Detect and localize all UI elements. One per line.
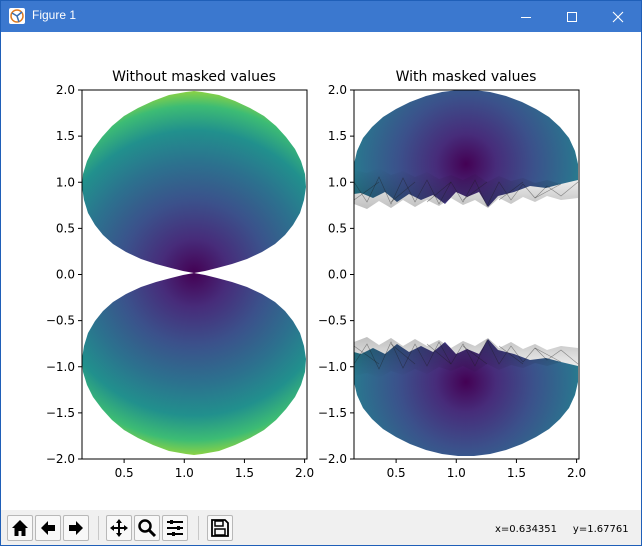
x-tick-label: 1.5 xyxy=(235,466,254,480)
back-button[interactable] xyxy=(35,515,61,541)
x-tick-label: 0.5 xyxy=(115,466,134,480)
axes-title-right: With masked values xyxy=(396,69,537,85)
sliders-icon xyxy=(167,520,183,536)
y-tick-label: 1.5 xyxy=(328,129,347,143)
y-tick-label: −0.5 xyxy=(46,314,75,328)
y-tick-label: 1.0 xyxy=(328,175,347,189)
figure-plot[interactable]: Without masked values 0.5 1.0 1.5 2.0 2.0 1.5… xyxy=(1,32,641,510)
y-tick-label: 0.5 xyxy=(56,221,75,235)
y-tick-label: −1.0 xyxy=(318,360,347,374)
minimize-button[interactable] xyxy=(503,1,549,32)
x-tick-label: 1.0 xyxy=(447,466,466,480)
axes-with-masked-values[interactable]: With masked values 0.5 1.0 1.5 2.02.01.51 xyxy=(318,69,586,480)
title-bar[interactable]: Figure 1 xyxy=(1,1,641,32)
y-tick-label: −1.5 xyxy=(318,406,347,420)
x-tick-label: 1.5 xyxy=(507,466,526,480)
navigation-toolbar: x=0.634351 y=1.67761 xyxy=(1,510,641,545)
matplotlib-app-icon xyxy=(9,8,25,24)
toolbar-separator xyxy=(198,516,199,540)
home-button[interactable] xyxy=(7,515,33,541)
y-tick-label: −0.5 xyxy=(318,314,347,328)
y-tick-label: −1.5 xyxy=(46,406,75,420)
y-tick-label: 2.0 xyxy=(328,83,347,97)
forward-button[interactable] xyxy=(63,515,89,541)
save-button[interactable] xyxy=(207,515,233,541)
home-icon xyxy=(12,520,28,536)
x-tick-label: 0.5 xyxy=(387,466,406,480)
minimize-icon xyxy=(521,16,531,18)
toolbar-separator xyxy=(98,516,99,540)
y-tick-label: −2.0 xyxy=(46,452,75,466)
zoom-button[interactable] xyxy=(134,515,160,541)
axes-title-left: Without masked values xyxy=(112,69,276,85)
move-icon xyxy=(110,519,128,537)
y-tick-label: 0.0 xyxy=(56,268,75,282)
x-tick-label: 2.0 xyxy=(567,466,586,480)
x-tick-label: 2.0 xyxy=(295,466,314,480)
forward-arrow-icon xyxy=(69,521,83,535)
bottom-disc-region xyxy=(82,273,306,455)
y-tick-label: 0.5 xyxy=(328,221,347,235)
save-icon xyxy=(211,519,229,537)
x-tick-label: 1.0 xyxy=(175,466,194,480)
pan-button[interactable] xyxy=(106,515,132,541)
close-icon xyxy=(612,11,624,22)
maximize-icon xyxy=(567,11,577,22)
axes-without-masked-values[interactable]: Without masked values 0.5 1.0 1.5 2.0 2.0 1.5… xyxy=(46,69,314,480)
y-tick-label: 0.0 xyxy=(328,268,347,282)
close-button[interactable] xyxy=(595,1,641,32)
maximize-button[interactable] xyxy=(549,1,595,32)
y-tick-label: −2.0 xyxy=(318,452,347,466)
y-tick-label: 2.0 xyxy=(56,83,75,97)
figure-canvas[interactable]: Without masked values 0.5 1.0 1.5 2.0 2.0 1.5… xyxy=(1,32,641,510)
cursor-coordinates: x=0.634351 y=1.67761 xyxy=(495,524,629,535)
y-tick-label: −1.0 xyxy=(46,360,75,374)
back-arrow-icon xyxy=(41,521,55,535)
window-title: Figure 1 xyxy=(32,8,77,22)
configure-subplots-button[interactable] xyxy=(162,515,188,541)
zoom-icon xyxy=(138,519,157,538)
top-disc-region xyxy=(82,91,306,273)
y-tick-label: 1.5 xyxy=(56,129,75,143)
y-tick-label: 1.0 xyxy=(56,175,75,189)
figure-window: Figure 1 Without masked values 0.5 1.0 1… xyxy=(0,0,642,546)
